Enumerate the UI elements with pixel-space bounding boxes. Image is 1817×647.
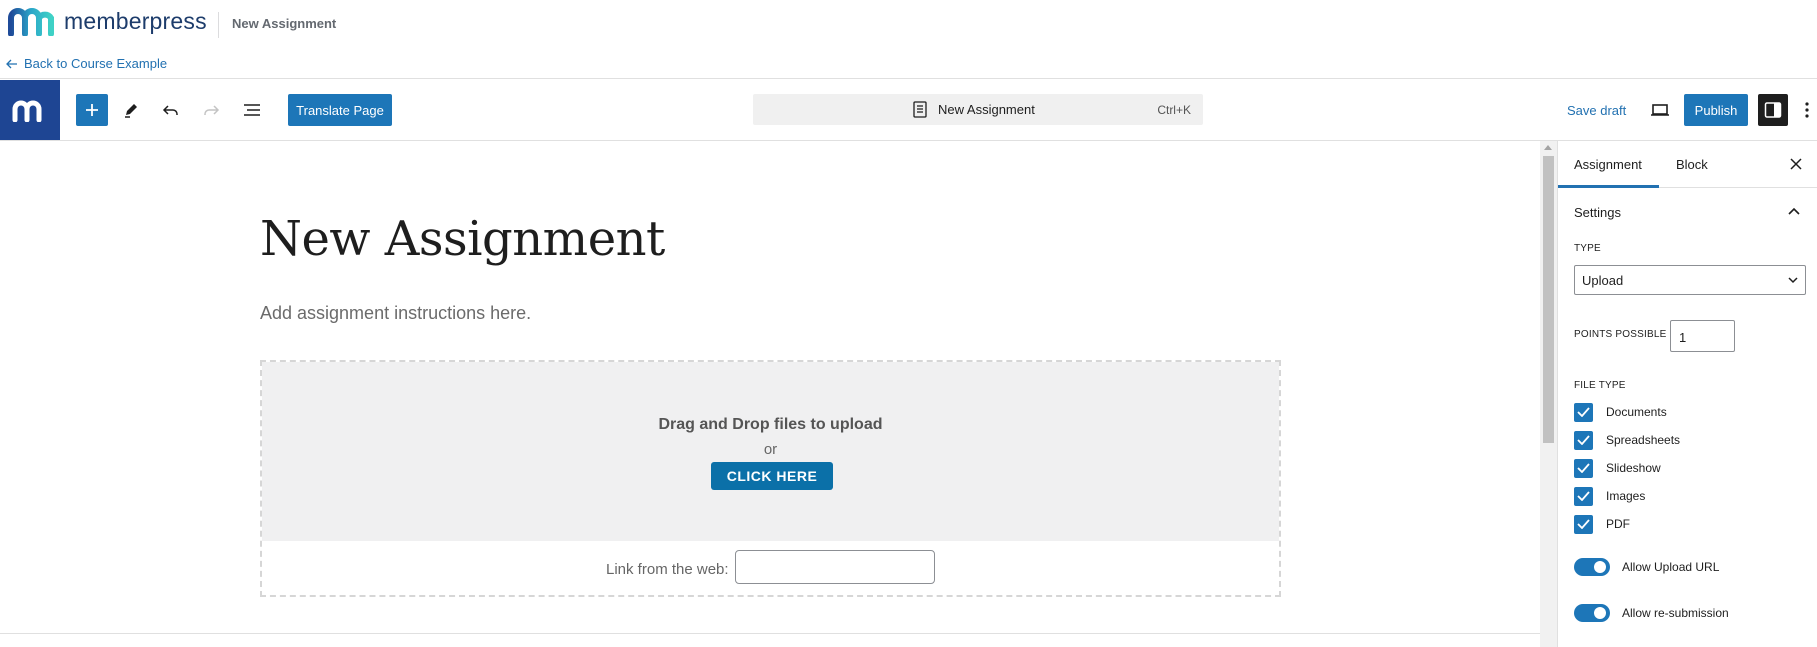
editor-canvas: New Assignment Add assignment instructio… bbox=[0, 141, 1540, 647]
file-type-option-images[interactable]: Images bbox=[1574, 486, 1645, 506]
editor-toolbar: Translate Page New Assignment Ctrl+K Sav… bbox=[0, 80, 1817, 141]
checkbox-label: Images bbox=[1606, 489, 1646, 503]
checkbox-label: Slideshow bbox=[1606, 461, 1661, 475]
more-vertical-icon bbox=[1805, 102, 1809, 118]
post-title-field[interactable]: New Assignment bbox=[260, 211, 665, 267]
page-title: New Assignment bbox=[232, 16, 337, 31]
pencil-icon bbox=[125, 104, 137, 118]
click-here-button[interactable]: CLICK HERE bbox=[711, 462, 833, 490]
file-type-option-pdf[interactable]: PDF bbox=[1574, 514, 1630, 534]
allow-upload-url-toggle[interactable] bbox=[1574, 558, 1610, 576]
checkbox[interactable] bbox=[1574, 430, 1593, 450]
keyboard-shortcut: Ctrl+K bbox=[1157, 103, 1191, 117]
top-bar: memberpress New Assignment Back to Cours… bbox=[0, 0, 1817, 79]
type-select-value: Upload bbox=[1582, 272, 1624, 288]
save-draft-button[interactable]: Save draft bbox=[1567, 103, 1626, 118]
collapse-settings-button[interactable] bbox=[1784, 201, 1804, 221]
type-select[interactable]: Upload bbox=[1574, 265, 1806, 295]
link-from-web-label: Link from the web: bbox=[606, 561, 729, 578]
add-block-button[interactable] bbox=[76, 94, 108, 126]
active-tab-indicator bbox=[1558, 185, 1659, 188]
close-icon bbox=[1790, 158, 1802, 170]
tools-button[interactable] bbox=[118, 94, 144, 126]
checkmark-icon bbox=[1577, 519, 1590, 529]
memberpress-logo-icon bbox=[8, 8, 54, 36]
checkbox-label: Documents bbox=[1606, 405, 1667, 419]
close-sidebar-button[interactable] bbox=[1786, 154, 1806, 174]
undo-icon bbox=[162, 105, 178, 115]
checkmark-icon bbox=[1577, 435, 1590, 445]
file-type-option-documents[interactable]: Documents bbox=[1574, 402, 1667, 422]
type-label: TYPE bbox=[1574, 243, 1601, 254]
allow-upload-url-toggle-row[interactable]: Allow Upload URL bbox=[1574, 557, 1719, 577]
checkbox-label: Spreadsheets bbox=[1606, 433, 1681, 447]
checkbox-label: PDF bbox=[1606, 517, 1630, 531]
brand-name: memberpress bbox=[64, 7, 207, 34]
options-menu-button[interactable] bbox=[1800, 98, 1814, 122]
memberpress-m-icon bbox=[12, 100, 42, 122]
canvas-scrollbar[interactable] bbox=[1540, 141, 1557, 647]
settings-sidebar: Assignment Block Settings TYPE Upload PO… bbox=[1557, 141, 1817, 647]
scroll-thumb[interactable] bbox=[1543, 156, 1554, 443]
translate-page-button[interactable]: Translate Page bbox=[288, 94, 392, 126]
checkbox[interactable] bbox=[1574, 514, 1593, 534]
file-type-label: FILE TYPE bbox=[1574, 380, 1626, 391]
redo-button[interactable] bbox=[198, 94, 224, 126]
document-overview-button[interactable] bbox=[238, 94, 266, 126]
checkmark-icon bbox=[1577, 407, 1590, 417]
scroll-up-arrow[interactable] bbox=[1544, 145, 1552, 150]
checkbox[interactable] bbox=[1574, 486, 1593, 506]
canvas-divider bbox=[0, 633, 1540, 634]
link-from-web-row: Link from the web: bbox=[262, 541, 1279, 597]
toggle-label: Allow Upload URL bbox=[1622, 560, 1720, 574]
redo-icon bbox=[204, 105, 220, 115]
back-to-course-link[interactable]: Back to Course Example bbox=[6, 56, 167, 71]
back-link-label: Back to Course Example bbox=[24, 56, 168, 71]
link-url-input[interactable] bbox=[735, 550, 935, 584]
points-possible-input[interactable]: 1 bbox=[1670, 320, 1735, 352]
drop-zone-or: or bbox=[763, 441, 778, 458]
arrow-left-icon bbox=[6, 59, 17, 68]
file-upload-block: Drag and Drop files to upload or CLICK H… bbox=[260, 360, 1281, 597]
toggle-label: Allow re-submission bbox=[1622, 606, 1729, 620]
header-divider bbox=[218, 12, 219, 38]
plus-icon bbox=[86, 104, 98, 116]
allow-resubmission-toggle[interactable] bbox=[1574, 604, 1610, 622]
desktop-icon bbox=[1651, 104, 1669, 116]
list-view-icon bbox=[244, 104, 260, 116]
preview-button[interactable] bbox=[1648, 98, 1672, 122]
publish-button[interactable]: Publish bbox=[1684, 94, 1748, 126]
document-icon bbox=[913, 101, 927, 118]
checkmark-icon bbox=[1577, 463, 1590, 473]
tab-block[interactable]: Block bbox=[1676, 157, 1708, 172]
memberpress-logo[interactable]: memberpress bbox=[6, 6, 207, 36]
file-type-option-slideshow[interactable]: Slideshow bbox=[1574, 458, 1661, 478]
tab-assignment[interactable]: Assignment bbox=[1574, 157, 1642, 172]
file-type-option-spreadsheets[interactable]: Spreadsheets bbox=[1574, 430, 1680, 450]
checkbox[interactable] bbox=[1574, 402, 1593, 422]
settings-panel-title[interactable]: Settings bbox=[1574, 205, 1621, 220]
command-palette-bar[interactable]: New Assignment Ctrl+K bbox=[753, 94, 1203, 125]
undo-button[interactable] bbox=[158, 94, 184, 126]
chevron-down-icon bbox=[1788, 277, 1798, 284]
document-title: New Assignment bbox=[938, 102, 1035, 117]
points-possible-label: POINTS POSSIBLE bbox=[1574, 329, 1667, 340]
settings-sidebar-toggle[interactable] bbox=[1758, 94, 1788, 126]
allow-resubmission-toggle-row[interactable]: Allow re-submission bbox=[1574, 603, 1729, 623]
drop-zone-title: Drag and Drop files to upload bbox=[658, 416, 883, 433]
sidebar-icon bbox=[1764, 102, 1782, 118]
checkbox[interactable] bbox=[1574, 458, 1593, 478]
checkmark-icon bbox=[1577, 491, 1590, 501]
chevron-up-icon bbox=[1788, 207, 1800, 215]
instructions-paragraph[interactable]: Add assignment instructions here. bbox=[260, 303, 531, 324]
drop-zone[interactable]: Drag and Drop files to upload or CLICK H… bbox=[262, 362, 1279, 541]
site-icon-button[interactable] bbox=[0, 80, 60, 140]
sidebar-tabs: Assignment Block bbox=[1558, 141, 1817, 188]
